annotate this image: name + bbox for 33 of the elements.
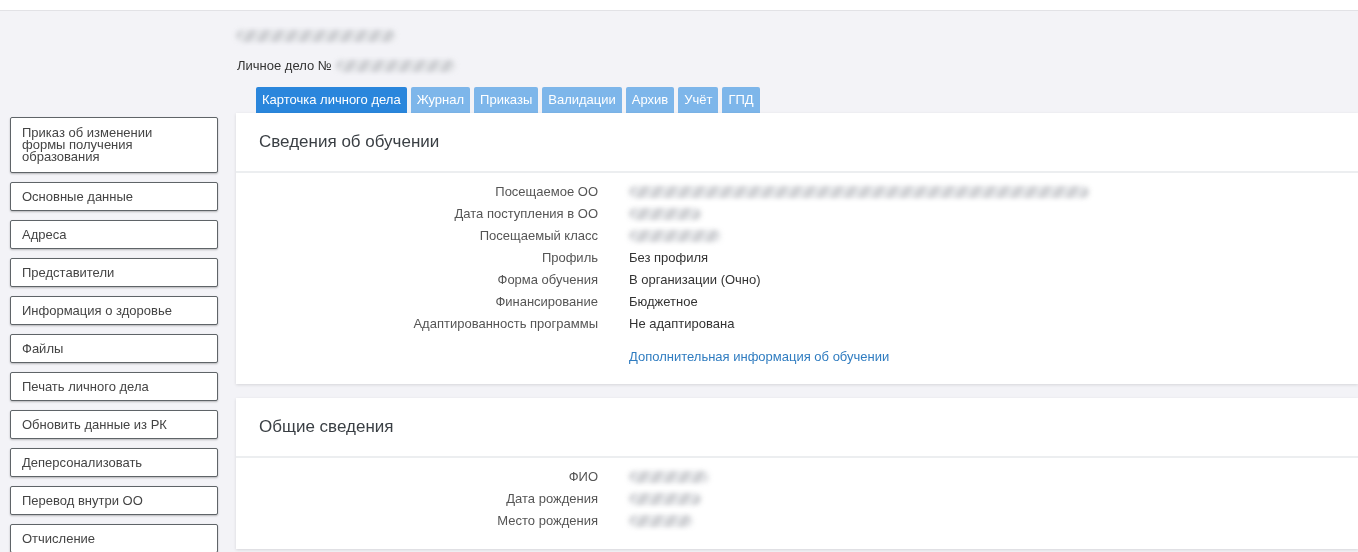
blurred-text [629,207,701,220]
sidebar-button[interactable]: Адреса [10,220,218,249]
field-label: Профиль [540,249,598,266]
sidebar-button[interactable]: Информация о здоровье [10,296,218,325]
sidebar-button[interactable]: Файлы [10,334,218,363]
field-label: Финансирование [494,293,598,310]
more-info-link[interactable]: Дополнительная информация об обучении [629,349,890,364]
blurred-text [629,514,693,527]
field-label: Место рождения [496,512,598,529]
sidebar-button[interactable]: Основные данные [10,182,218,211]
sidebar-button[interactable]: Перевод внутри ОО [10,486,218,515]
field-label: ФИО [567,468,598,485]
sidebar-button[interactable]: Приказ об изменении формы получения образования [10,117,218,173]
field-label: Посещаемый класс [478,227,598,244]
section-title: Общие сведения [236,398,1358,458]
field-value: Без профиля [629,249,709,266]
sidebar-button[interactable]: Печать личного дела [10,372,218,401]
sidebar-button[interactable]: Обновить данные из РК [10,410,218,439]
blurred-text [629,492,701,505]
field-label: Дата поступления в ОО [453,205,598,222]
field-value: В организации (Очно) [629,271,761,288]
field-value: Не адаптирована [629,315,735,332]
sidebar-button[interactable]: Представители [10,258,218,287]
field-value: Бюджетное [629,293,698,310]
sidebar-button[interactable]: Отчисление [10,524,218,552]
field-label: Посещаемое ОО [494,183,598,200]
field-label: Адаптированность программы [412,315,598,332]
case-number-label: Личное дело № [237,58,332,73]
section-title: Сведения об обучении [236,113,1358,173]
tab[interactable]: Карточка личного дела [256,87,407,113]
field-label: Форма обучения [496,271,598,288]
field-label: Дата рождения [505,490,598,507]
sidebar-button[interactable]: Деперсонализовать [10,448,218,477]
